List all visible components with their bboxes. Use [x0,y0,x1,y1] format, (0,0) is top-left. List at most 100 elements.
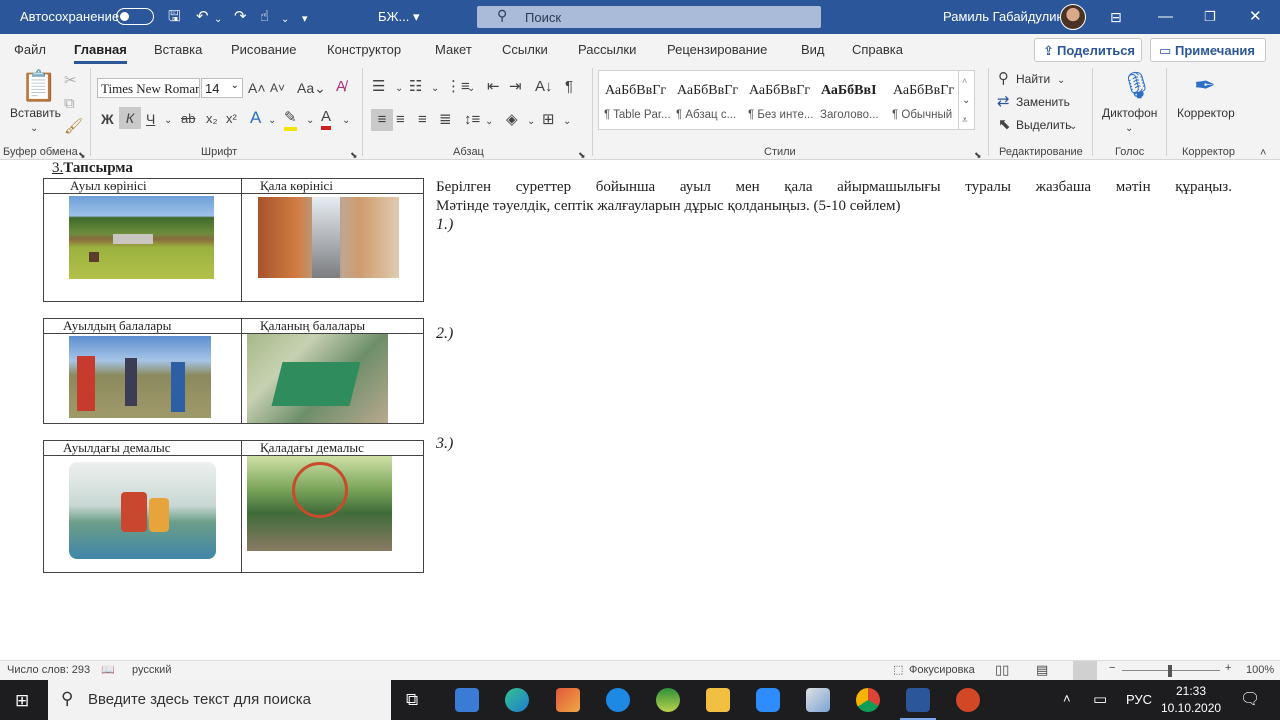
windows-start-icon[interactable]: ⊞ [15,691,29,711]
microphone-icon[interactable]: 🎙 [1120,70,1153,100]
language-status[interactable]: русский [132,664,171,676]
italic-icon[interactable]: К [119,107,141,129]
paint-icon[interactable] [806,688,830,712]
align-left-icon[interactable]: ≡ [371,109,393,131]
style-normal[interactable]: АаБбВвГг ¶ Обычный [887,71,959,129]
underline-dropdown-icon[interactable]: ⌄ [164,112,172,130]
strikethrough-icon[interactable]: ab [181,110,195,128]
user-name[interactable]: Рамиль Габайдулин [943,9,1064,24]
redo-icon[interactable]: ↷ [234,7,247,27]
style-heading[interactable]: АаБбВвI Заголово... [815,71,887,129]
notifications-icon[interactable]: 🗨 [1240,689,1260,709]
numbering-icon[interactable]: ☷ [409,78,422,96]
edge-icon[interactable] [505,688,529,712]
borders-icon[interactable]: ⊞ [542,111,555,129]
tab-file[interactable]: Файл [14,42,46,57]
clear-formatting-icon[interactable]: A̸ [336,78,346,96]
text-effects-dropdown-icon[interactable]: ⌄ [268,112,276,130]
replace-button[interactable]: Заменить [1016,95,1070,109]
zoom-in-icon[interactable]: + [1225,662,1231,674]
editor-button[interactable]: Корректор [1177,106,1235,120]
zoom-level[interactable]: 100% [1246,664,1274,676]
network-icon[interactable]: ▭ [1093,690,1107,708]
tab-design[interactable]: Конструктор [327,42,401,57]
select-button[interactable]: Выделить [1016,118,1071,132]
share-button[interactable]: ⇪ Поделиться [1034,38,1142,62]
shading-dropdown-icon[interactable]: ⌄ [527,113,535,131]
minimize-icon[interactable]: — [1158,7,1173,27]
decrease-indent-icon[interactable]: ⇤ [487,78,500,96]
tab-insert[interactable]: Вставка [154,42,202,57]
tab-review[interactable]: Рецензирование [667,42,767,57]
grow-font-icon[interactable]: A˄ [248,79,266,97]
bullets-dropdown-icon[interactable]: ⌄ [395,80,403,98]
ribbon-display-icon[interactable]: ⊟ [1110,7,1122,27]
touch-mode-icon[interactable]: ☝ [260,7,269,27]
text-effects-icon[interactable]: A [250,109,261,127]
select-icon[interactable]: ⬉ [998,116,1011,134]
word-count[interactable]: Число слов: 293 [7,664,90,676]
comments-button[interactable]: ▭ Примечания [1150,38,1266,62]
input-language[interactable]: РУС [1126,692,1152,707]
tab-view[interactable]: Вид [801,42,825,57]
show-formatting-icon[interactable]: ¶ [565,78,573,96]
read-mode-icon[interactable]: ▯▯ [995,662,1009,678]
task-view-icon[interactable]: ⧉ [406,690,418,710]
find-button[interactable]: Найти [1016,72,1050,86]
chrome-icon[interactable] [856,688,880,712]
dictate-dropdown-icon[interactable]: ⌄ [1125,120,1133,138]
undo-icon[interactable]: ↶ [196,7,209,27]
highlight-icon[interactable]: ✎ [284,109,297,131]
chevron-down-icon[interactable]: ⌄ [962,92,970,110]
select-dropdown-icon[interactable]: ⌄ [1069,118,1077,136]
style-table-paragraph[interactable]: АаБбВвГг ¶ Table Par... [599,71,671,129]
undo-dropdown-icon[interactable]: ⌄ [214,10,222,30]
multilevel-dropdown-icon[interactable]: ⌄ [467,80,475,98]
zoom-out-icon[interactable]: − [1109,662,1115,674]
document-area[interactable]: 3.Тапсырма Ауыл көрінісі Қала көрінісі А… [0,160,1280,660]
save-icon[interactable]: 🖫 [168,7,181,27]
tab-draw[interactable]: Рисование [231,42,296,57]
customize-toolbar-icon[interactable]: ▾ [302,9,308,29]
style-no-spacing[interactable]: АаБбВвГг ¶ Без инте... [743,71,815,129]
cut-icon[interactable]: ✂ [64,72,77,90]
avatar[interactable] [1060,4,1086,30]
line-spacing-icon[interactable]: ↕≡ [464,111,480,129]
sort-icon[interactable]: A↓ [535,78,553,96]
editor-pen-icon[interactable]: ✒ [1194,70,1216,100]
tray-chevron-up-icon[interactable]: ˄ [1063,691,1071,706]
tab-layout[interactable]: Макет [435,42,472,57]
font-size-select[interactable]: 14 ⌄ [201,78,243,98]
font-color-icon[interactable]: A [321,108,332,130]
font-name-select[interactable]: Times New Roman [97,78,200,98]
word-icon[interactable] [900,688,936,720]
font-color-dropdown-icon[interactable]: ⌄ [342,112,350,130]
zoom-slider-thumb[interactable] [1168,665,1172,677]
close-icon[interactable]: ✕ [1249,7,1262,27]
borders-dropdown-icon[interactable]: ⌄ [563,113,571,131]
increase-indent-icon[interactable]: ⇥ [509,78,522,96]
restore-icon[interactable]: ❐ [1204,7,1216,27]
autosave-toggle[interactable] [116,8,154,25]
focus-mode-button[interactable]: Фокусировка [909,664,975,676]
web-layout-icon[interactable] [1073,661,1097,680]
calculator-icon[interactable] [455,688,479,712]
subscript-icon[interactable]: x₂ [206,110,218,128]
search-box[interactable]: ⚲ Поиск [477,6,821,28]
shading-icon[interactable]: ◈ [506,111,518,129]
print-layout-icon[interactable]: ▤ [1036,662,1048,678]
change-case-icon[interactable]: Aa⌄ [297,79,326,97]
line-spacing-dropdown-icon[interactable]: ⌄ [485,113,493,131]
download-app-icon[interactable] [656,688,680,712]
chevron-up-icon[interactable]: ˄ [962,72,967,90]
clock[interactable]: 21:33 10.10.2020 [1161,683,1221,717]
tab-references[interactable]: Ссылки [502,42,548,57]
copy-icon[interactable]: ⧉ [64,95,75,113]
document-name[interactable]: БЖ... ▾ [378,9,420,25]
replace-icon[interactable]: ⇄ [997,93,1010,111]
tab-help[interactable]: Справка [852,42,903,57]
styles-scrollbar[interactable]: ˄ ⌄ ⩡ [958,70,975,130]
zoom-app-icon[interactable] [756,688,780,712]
numbering-dropdown-icon[interactable]: ⌄ [431,80,439,98]
file-explorer-icon[interactable] [706,688,730,712]
